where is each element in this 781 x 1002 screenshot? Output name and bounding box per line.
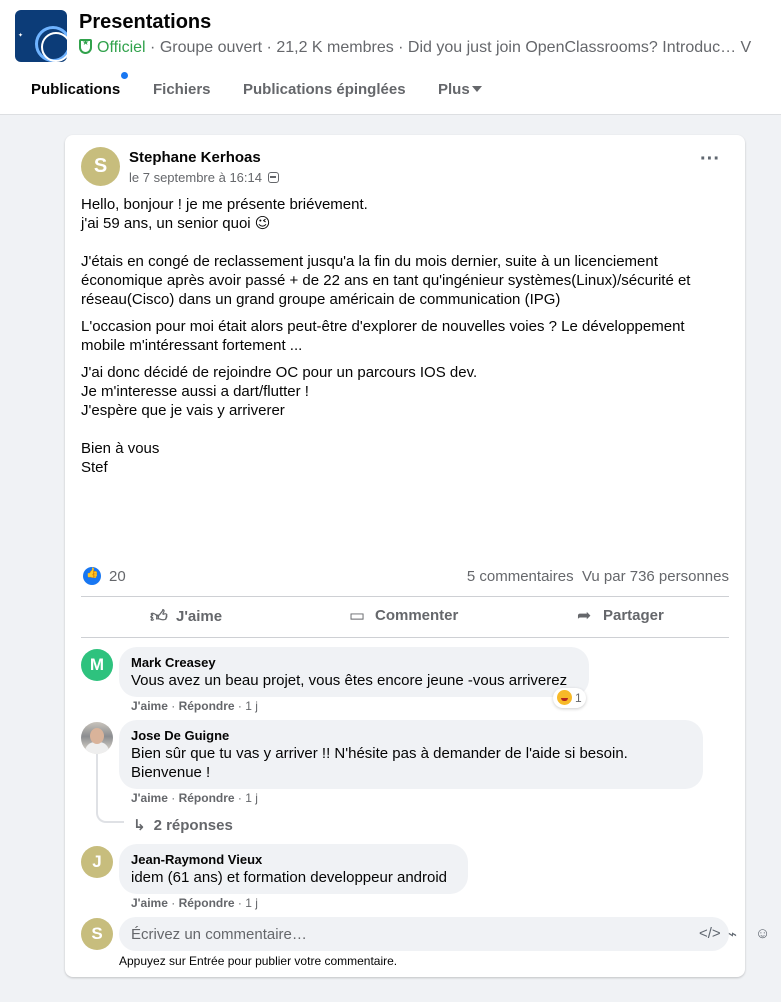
post-date: le 7 septembre à 16:14 xyxy=(129,170,279,185)
post-line: J'ai donc décidé de rejoindre OC pour un… xyxy=(81,364,478,381)
like-reaction-icon[interactable] xyxy=(83,567,101,585)
caret-down-icon xyxy=(471,86,482,92)
like-button[interactable]: 👍︎ J'aime xyxy=(150,606,222,630)
divider xyxy=(81,637,729,638)
emoji-icon[interactable]: ☺ xyxy=(755,925,770,942)
post-line: Stef xyxy=(81,459,108,476)
share-button[interactable]: ➦ Partager xyxy=(577,606,664,630)
group-logo[interactable]: ✦ xyxy=(15,10,67,62)
comment-reaction-count: 1 xyxy=(575,691,582,705)
post-line: Je m'interesse aussi a dart/flutter ! xyxy=(81,383,309,400)
thumbs-up-icon: 👍︎ xyxy=(150,607,168,626)
tab-publications[interactable]: Publications xyxy=(31,72,128,98)
comment-input[interactable] xyxy=(131,917,631,951)
post-line: j'ai 59 ans, un senior quoi 😉 xyxy=(81,215,271,232)
comment-reply-link[interactable]: Répondre xyxy=(179,699,235,713)
author-avatar[interactable]: S xyxy=(81,147,120,186)
group-meta-text: · Groupe ouvert · 21,2 K membres · Did y… xyxy=(145,39,752,56)
more-options-icon[interactable]: ··· xyxy=(695,149,725,177)
like-button-label: J'aime xyxy=(176,608,223,625)
divider xyxy=(81,596,729,597)
views-count: Vu par 736 personnes xyxy=(581,568,729,585)
view-replies-link[interactable]: ↳ 2 réponses xyxy=(133,816,233,834)
composer-avatar[interactable]: S xyxy=(81,918,113,950)
comment-like-link[interactable]: J'aime xyxy=(131,791,168,805)
comment-button[interactable]: ▭ Commenter xyxy=(349,606,458,630)
tab-plus[interactable]: Plus xyxy=(438,81,482,98)
official-shield-icon xyxy=(79,39,92,54)
haha-reaction-icon xyxy=(557,690,572,705)
like-count[interactable]: 20 xyxy=(109,568,126,585)
group-meta: Officiel · Groupe ouvert · 21,2 K membre… xyxy=(79,39,781,57)
group-title[interactable]: Presentations xyxy=(79,11,211,34)
attach-icon[interactable]: ⌁ xyxy=(728,925,737,943)
comment-reply-link[interactable]: Répondre xyxy=(179,896,235,910)
share-button-label: Partager xyxy=(603,607,664,624)
post-line: J'étais en congé de reclassement jusqu'a… xyxy=(81,253,658,270)
post-line: mobile m'intéressant fortement ... xyxy=(81,337,303,354)
comment-icon: ▭ xyxy=(349,606,366,625)
comment-time[interactable]: 1 j xyxy=(245,699,258,713)
logo-mark: ✦ xyxy=(18,33,24,39)
comment-time[interactable]: 1 j xyxy=(245,791,258,805)
code-icon[interactable]: </> xyxy=(699,925,721,942)
group-header: ✦ Presentations Officiel · Groupe ouvert… xyxy=(0,0,781,115)
comment-composer: </> ⌁ ☺ xyxy=(119,917,770,951)
tab-plus-label: Plus xyxy=(438,81,470,98)
reactions-summary: 20 5 commentaires Vu par 736 personnes xyxy=(81,565,729,587)
post-line: Bien à vous xyxy=(81,440,160,457)
composer-hint: Appuyez sur Entrée pour publier votre co… xyxy=(119,954,398,968)
comment-button-label: Commenter xyxy=(375,607,459,624)
avatar-photo-face xyxy=(90,728,104,744)
post-card: S Stephane Kerhoas le 7 septembre à 16:1… xyxy=(65,135,770,977)
commenter-avatar[interactable]: J xyxy=(81,846,113,878)
comment-actions: J'aime · Répondre · 1 j xyxy=(131,791,258,805)
post-line: L'occasion pour moi était alors peut-êtr… xyxy=(81,318,685,335)
post-date-text[interactable]: le 7 septembre à 16:14 xyxy=(129,170,262,185)
comment-text: Vous avez un beau projet, vous êtes enco… xyxy=(131,672,568,689)
comment-text: idem (61 ans) et formation developpeur a… xyxy=(131,869,448,886)
post-line: Hello, bonjour ! je me présente briéveme… xyxy=(81,196,368,213)
tab-fichiers[interactable]: Fichiers xyxy=(153,81,211,98)
post-line: réseau(Cisco) dans un grand groupe améri… xyxy=(81,291,561,308)
comments-count[interactable]: 5 commentaires xyxy=(467,568,574,585)
post-line: économique après avoir passé + de 22 ans… xyxy=(81,272,691,289)
audience-icon xyxy=(267,172,279,183)
post-line: J'espère que je vais y arriverer xyxy=(81,402,285,419)
commenter-name[interactable]: Mark Creasey xyxy=(131,654,577,671)
commenter-avatar[interactable]: M xyxy=(81,649,113,681)
comment-bubble: Mark Creasey Vous avez un beau projet, v… xyxy=(119,647,589,697)
official-badge: Officiel xyxy=(97,39,146,56)
commenter-name[interactable]: Jean-Raymond Vieux xyxy=(131,851,456,868)
commenter-name[interactable]: Jose De Guigne xyxy=(131,727,691,744)
comment-reply-link[interactable]: Répondre xyxy=(179,791,235,805)
author-name[interactable]: Stephane Kerhoas xyxy=(129,149,261,166)
comment-text: Bien sûr que tu vas y arriver !! N'hésit… xyxy=(131,745,628,762)
post-stats: 5 commentaires Vu par 736 personnes xyxy=(467,568,729,585)
tab-publications-epinglees[interactable]: Publications épinglées xyxy=(243,81,406,98)
tab-publications-label: Publications xyxy=(31,81,121,98)
logo-ring-inner xyxy=(41,32,67,62)
comment-like-link[interactable]: J'aime xyxy=(131,896,168,910)
comment-actions: J'aime · Répondre · 1 j xyxy=(131,896,258,910)
reply-arrow-icon: ↳ xyxy=(133,817,146,834)
comment-bubble: Jean-Raymond Vieux idem (61 ans) et form… xyxy=(119,844,468,894)
comment-bubble: Jose De Guigne Bien sûr que tu vas y arr… xyxy=(119,720,703,789)
notification-dot xyxy=(121,72,128,79)
comment-actions: J'aime · Répondre · 1 j xyxy=(131,699,258,713)
comment-time[interactable]: 1 j xyxy=(245,896,258,910)
comment-reaction[interactable]: 1 xyxy=(553,688,586,708)
share-icon: ➦ xyxy=(577,606,592,625)
commenter-avatar[interactable] xyxy=(81,722,113,754)
view-replies-label: 2 réponses xyxy=(153,817,233,834)
comment-like-link[interactable]: J'aime xyxy=(131,699,168,713)
comment-text: Bienvenue ! xyxy=(131,764,211,781)
